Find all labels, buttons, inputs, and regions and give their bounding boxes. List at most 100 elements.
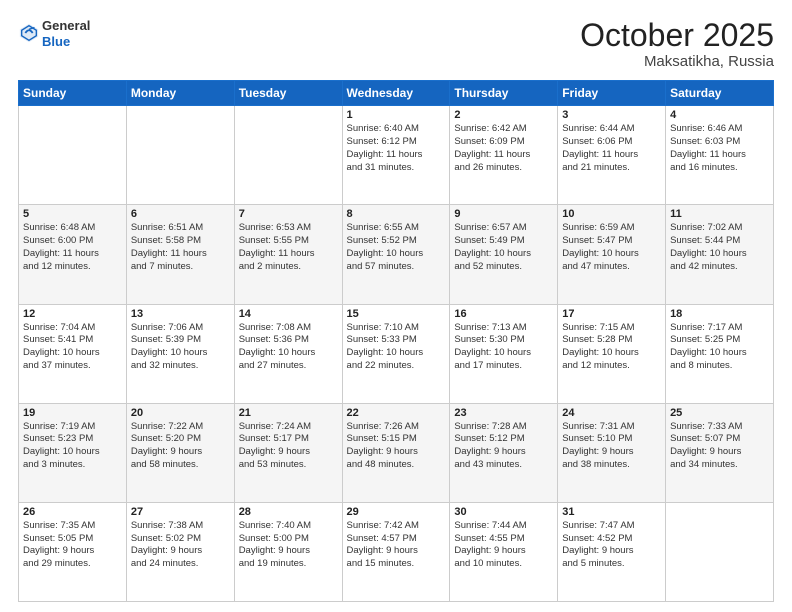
calendar-cell: 14 Sunrise: 7:08 AM Sunset: 5:36 PM Dayli… (234, 304, 342, 403)
calendar-table: Sunday Monday Tuesday Wednesday Thursday… (18, 80, 774, 602)
calendar-cell: 7 Sunrise: 6:53 AM Sunset: 5:55 PM Daylig… (234, 205, 342, 304)
title-block: October 2025 Maksatikha, Russia (580, 18, 774, 70)
logo-general: General (42, 18, 90, 34)
calendar-cell: 28Sunrise: 7:40 AM Sunset: 5:00 PM Dayli… (234, 502, 342, 601)
day-info: Sunrise: 7:02 AM Sunset: 5:44 PM Dayligh… (670, 222, 769, 273)
day-number: 18 (670, 308, 769, 320)
calendar-cell: 18 Sunrise: 7:17 AM Sunset: 5:25 PM Dayli… (666, 304, 774, 403)
day-number: 4 (670, 109, 769, 121)
day-number: 19 (23, 407, 122, 419)
day-number: 30 (454, 506, 553, 518)
calendar-cell (126, 106, 234, 205)
calendar-cell: 4 Sunrise: 6:46 AM Sunset: 6:03 PM Daylig… (666, 106, 774, 205)
month-title: October 2025 (580, 18, 774, 53)
day-number: 2 (454, 109, 553, 121)
day-info: Sunrise: 7:10 AM Sunset: 5:33 PM Dayligh… (347, 322, 446, 373)
day-info: Sunrise: 6:46 AM Sunset: 6:03 PM Dayligh… (670, 123, 769, 174)
day-info: Sunrise: 7:28 AM Sunset: 5:12 PM Dayligh… (454, 421, 553, 472)
day-number: 20 (131, 407, 230, 419)
calendar-cell: 5Sunrise: 6:48 AM Sunset: 6:00 PM Daylig… (19, 205, 127, 304)
calendar-cell: 15 Sunrise: 7:10 AM Sunset: 5:33 PM Dayli… (342, 304, 450, 403)
calendar-cell (234, 106, 342, 205)
col-sunday: Sunday (19, 81, 127, 106)
calendar-week-4: 19 Sunrise: 7:19 AM Sunset: 5:23 PM Dayli… (19, 403, 774, 502)
col-saturday: Saturday (666, 81, 774, 106)
calendar-header-row: Sunday Monday Tuesday Wednesday Thursday… (19, 81, 774, 106)
day-number: 12 (23, 308, 122, 320)
calendar-cell: 13 Sunrise: 7:06 AM Sunset: 5:39 PM Dayli… (126, 304, 234, 403)
day-number: 24 (562, 407, 661, 419)
day-info: Sunrise: 7:19 AM Sunset: 5:23 PM Dayligh… (23, 421, 122, 472)
calendar-week-2: 5Sunrise: 6:48 AM Sunset: 6:00 PM Daylig… (19, 205, 774, 304)
calendar-cell: 12 Sunrise: 7:04 AM Sunset: 5:41 PM Dayli… (19, 304, 127, 403)
day-info: Sunrise: 7:04 AM Sunset: 5:41 PM Dayligh… (23, 322, 122, 373)
day-number: 15 (347, 308, 446, 320)
calendar-cell: 25 Sunrise: 7:33 AM Sunset: 5:07 PM Dayli… (666, 403, 774, 502)
col-tuesday: Tuesday (234, 81, 342, 106)
header: General Blue October 2025 Maksatikha, Ru… (18, 18, 774, 70)
day-info: Sunrise: 6:53 AM Sunset: 5:55 PM Dayligh… (239, 222, 338, 273)
day-info: Sunrise: 6:48 AM Sunset: 6:00 PM Dayligh… (23, 222, 122, 273)
calendar-cell: 23Sunrise: 7:28 AM Sunset: 5:12 PM Dayli… (450, 403, 558, 502)
calendar-cell: 17Sunrise: 7:15 AM Sunset: 5:28 PM Dayli… (558, 304, 666, 403)
logo-blue: Blue (42, 34, 90, 50)
day-info: Sunrise: 7:44 AM Sunset: 4:55 PM Dayligh… (454, 520, 553, 571)
day-info: Sunrise: 7:13 AM Sunset: 5:30 PM Dayligh… (454, 322, 553, 373)
day-info: Sunrise: 6:44 AM Sunset: 6:06 PM Dayligh… (562, 123, 661, 174)
calendar-cell: 27 Sunrise: 7:38 AM Sunset: 5:02 PM Dayli… (126, 502, 234, 601)
day-info: Sunrise: 7:38 AM Sunset: 5:02 PM Dayligh… (131, 520, 230, 571)
day-number: 10 (562, 208, 661, 220)
day-number: 11 (670, 208, 769, 220)
calendar-cell: 9 Sunrise: 6:57 AM Sunset: 5:49 PM Daylig… (450, 205, 558, 304)
col-monday: Monday (126, 81, 234, 106)
day-number: 16 (454, 308, 553, 320)
day-number: 1 (347, 109, 446, 121)
calendar-cell: 2 Sunrise: 6:42 AM Sunset: 6:09 PM Daylig… (450, 106, 558, 205)
calendar-cell (666, 502, 774, 601)
calendar-cell: 30 Sunrise: 7:44 AM Sunset: 4:55 PM Dayli… (450, 502, 558, 601)
col-thursday: Thursday (450, 81, 558, 106)
calendar-cell: 22 Sunrise: 7:26 AM Sunset: 5:15 PM Dayli… (342, 403, 450, 502)
day-info: Sunrise: 7:26 AM Sunset: 5:15 PM Dayligh… (347, 421, 446, 472)
calendar-cell: 8Sunrise: 6:55 AM Sunset: 5:52 PM Daylig… (342, 205, 450, 304)
calendar-week-5: 26Sunrise: 7:35 AM Sunset: 5:05 PM Dayli… (19, 502, 774, 601)
day-info: Sunrise: 7:35 AM Sunset: 5:05 PM Dayligh… (23, 520, 122, 571)
day-number: 27 (131, 506, 230, 518)
day-info: Sunrise: 7:08 AM Sunset: 5:36 PM Dayligh… (239, 322, 338, 373)
calendar-week-3: 12 Sunrise: 7:04 AM Sunset: 5:41 PM Dayli… (19, 304, 774, 403)
day-number: 13 (131, 308, 230, 320)
calendar-cell: 3 Sunrise: 6:44 AM Sunset: 6:06 PM Daylig… (558, 106, 666, 205)
day-info: Sunrise: 7:22 AM Sunset: 5:20 PM Dayligh… (131, 421, 230, 472)
day-info: Sunrise: 6:42 AM Sunset: 6:09 PM Dayligh… (454, 123, 553, 174)
day-number: 29 (347, 506, 446, 518)
day-number: 28 (239, 506, 338, 518)
day-info: Sunrise: 6:59 AM Sunset: 5:47 PM Dayligh… (562, 222, 661, 273)
calendar-cell: 19 Sunrise: 7:19 AM Sunset: 5:23 PM Dayli… (19, 403, 127, 502)
calendar-cell (19, 106, 127, 205)
logo-icon (18, 22, 40, 44)
day-number: 25 (670, 407, 769, 419)
day-info: Sunrise: 7:31 AM Sunset: 5:10 PM Dayligh… (562, 421, 661, 472)
day-number: 22 (347, 407, 446, 419)
col-wednesday: Wednesday (342, 81, 450, 106)
day-number: 9 (454, 208, 553, 220)
calendar-cell: 31 Sunrise: 7:47 AM Sunset: 4:52 PM Dayli… (558, 502, 666, 601)
day-info: Sunrise: 7:06 AM Sunset: 5:39 PM Dayligh… (131, 322, 230, 373)
day-info: Sunrise: 7:33 AM Sunset: 5:07 PM Dayligh… (670, 421, 769, 472)
day-number: 14 (239, 308, 338, 320)
logo: General Blue (18, 18, 90, 49)
calendar-week-1: 1Sunrise: 6:40 AM Sunset: 6:12 PM Daylig… (19, 106, 774, 205)
day-info: Sunrise: 7:47 AM Sunset: 4:52 PM Dayligh… (562, 520, 661, 571)
location: Maksatikha, Russia (580, 53, 774, 70)
calendar-cell: 1Sunrise: 6:40 AM Sunset: 6:12 PM Daylig… (342, 106, 450, 205)
logo-text: General Blue (42, 18, 90, 49)
day-info: Sunrise: 6:57 AM Sunset: 5:49 PM Dayligh… (454, 222, 553, 273)
day-info: Sunrise: 6:55 AM Sunset: 5:52 PM Dayligh… (347, 222, 446, 273)
day-number: 3 (562, 109, 661, 121)
day-info: Sunrise: 7:17 AM Sunset: 5:25 PM Dayligh… (670, 322, 769, 373)
day-number: 17 (562, 308, 661, 320)
day-number: 7 (239, 208, 338, 220)
calendar-cell: 20 Sunrise: 7:22 AM Sunset: 5:20 PM Dayli… (126, 403, 234, 502)
calendar-cell: 24 Sunrise: 7:31 AM Sunset: 5:10 PM Dayli… (558, 403, 666, 502)
day-number: 31 (562, 506, 661, 518)
